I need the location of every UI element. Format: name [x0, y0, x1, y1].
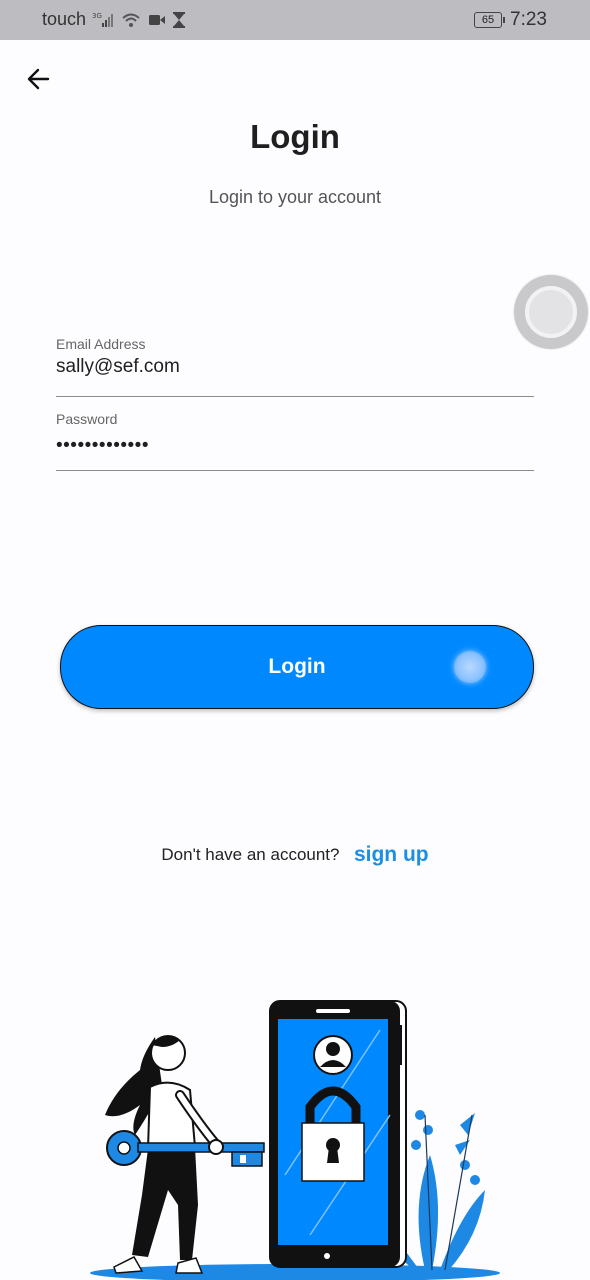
status-bar: touch 3G 65 7:23	[0, 0, 590, 40]
page-subtitle: Login to your account	[208, 187, 382, 207]
back-button[interactable]	[26, 66, 52, 92]
video-camera-icon	[149, 14, 166, 25]
wifi-icon	[122, 13, 140, 27]
status-bar-left: touch 3G	[42, 9, 186, 30]
email-value[interactable]: sally@sef.com	[56, 356, 534, 378]
battery-icon: 65	[474, 12, 506, 28]
email-underline	[56, 395, 534, 397]
signal-icon: 3G	[92, 12, 114, 27]
password-underline	[56, 469, 534, 471]
status-bar-right: 65 7:23	[474, 9, 547, 31]
svg-text:3G: 3G	[92, 12, 102, 20]
arrow-left-icon	[27, 68, 50, 90]
page-title: Login	[250, 118, 340, 155]
touch-indicator	[454, 651, 486, 683]
password-value[interactable]: •••••••••••••	[56, 435, 534, 457]
password-label: Password	[56, 411, 118, 427]
email-label: Email Address	[56, 336, 146, 352]
status-time: 7:23	[510, 9, 547, 30]
signup-prompt: Don't have an account?	[161, 845, 340, 864]
signup-link[interactable]: sign up	[354, 843, 429, 866]
phone-illustration	[269, 1000, 407, 1268]
status-icons: 3G	[92, 11, 186, 29]
signup-row: Don't have an account? sign up	[0, 843, 590, 867]
password-field[interactable]: Password •••••••••••••	[56, 411, 534, 471]
assistive-touch-inner	[525, 286, 577, 338]
hourglass-icon	[173, 11, 186, 28]
battery-level: 65	[481, 14, 495, 26]
email-field[interactable]: Email Address sally@sef.com	[56, 336, 534, 397]
carrier-name: touch	[42, 9, 87, 29]
login-illustration	[90, 1000, 500, 1280]
